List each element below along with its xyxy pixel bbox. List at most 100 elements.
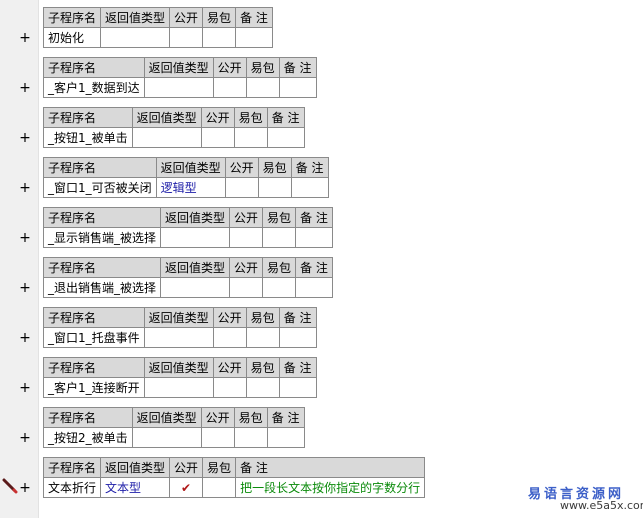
return-type-cell[interactable] xyxy=(143,327,214,348)
header-name: 子程序名 xyxy=(43,407,133,428)
easy-pack-cell[interactable] xyxy=(202,477,237,498)
header-return-type: 返回值类型 xyxy=(100,457,171,478)
public-cell[interactable] xyxy=(229,277,264,298)
subroutine-name-cell[interactable]: _按钮2_被单击 xyxy=(43,427,133,448)
header-easy-pack: 易包 xyxy=(245,357,280,378)
expand-toggle[interactable]: + xyxy=(18,281,32,295)
remark-cell[interactable] xyxy=(235,27,273,48)
public-cell[interactable] xyxy=(212,327,247,348)
header-public: 公开 xyxy=(200,407,235,428)
header-public: 公开 xyxy=(212,357,247,378)
expand-toggle[interactable]: + xyxy=(18,431,32,445)
check-icon: ✔ xyxy=(181,480,192,495)
easy-pack-cell[interactable] xyxy=(233,427,268,448)
expand-toggle[interactable]: + xyxy=(18,31,32,45)
header-easy-pack: 易包 xyxy=(262,257,297,278)
header-return-type: 返回值类型 xyxy=(131,407,202,428)
subroutine-name-cell[interactable]: 文本折行 xyxy=(42,477,102,498)
expand-toggle[interactable]: + xyxy=(18,231,32,245)
remark-cell[interactable] xyxy=(278,377,317,398)
remark-cell[interactable] xyxy=(295,227,333,248)
public-cell[interactable] xyxy=(169,27,204,48)
header-return-type: 返回值类型 xyxy=(160,257,231,278)
expand-toggle[interactable]: + xyxy=(18,331,32,345)
subroutine-name-cell[interactable]: _窗口1_托盘事件 xyxy=(43,327,145,348)
header-return-type: 返回值类型 xyxy=(143,357,214,378)
public-cell[interactable] xyxy=(200,427,235,448)
subroutine-table: 子程序名 返回值类型 公开 易包备 注 _按钮2_被单击 xyxy=(43,407,305,448)
header-row: 子程序名 返回值类型 公开 易包备 注 xyxy=(43,307,317,328)
header-name: 子程序名 xyxy=(42,7,102,28)
value-row: _客户1_连接断开 xyxy=(43,377,317,398)
public-cell[interactable] xyxy=(212,377,247,398)
public-cell[interactable] xyxy=(212,77,247,98)
remark-cell[interactable] xyxy=(278,77,317,98)
subroutine-name-cell[interactable]: 初始化 xyxy=(42,27,102,48)
remark-cell[interactable] xyxy=(278,327,317,348)
header-easy-pack: 易包 xyxy=(245,307,280,328)
easy-pack-cell[interactable] xyxy=(262,227,297,248)
expand-toggle[interactable]: + xyxy=(18,81,32,95)
header-remark: 备 注 xyxy=(278,57,317,78)
subroutine-table: 子程序名 返回值类型 公开 易包备 注 _窗口1_可否被关闭 逻辑型 xyxy=(43,157,329,198)
return-type-cell[interactable] xyxy=(160,227,231,248)
easy-pack-cell[interactable] xyxy=(245,77,280,98)
return-type-cell[interactable] xyxy=(143,377,214,398)
public-cell[interactable] xyxy=(229,227,264,248)
header-easy-pack: 易包 xyxy=(202,7,237,28)
expand-toggle[interactable]: + xyxy=(18,481,32,495)
easy-pack-cell[interactable] xyxy=(233,127,268,148)
header-row: 子程序名 返回值类型 公开 易包备 注 xyxy=(43,357,317,378)
easy-pack-cell[interactable] xyxy=(202,27,237,48)
subroutine-name-cell[interactable]: _按钮1_被单击 xyxy=(43,127,133,148)
public-cell[interactable] xyxy=(200,127,235,148)
header-public: 公开 xyxy=(224,157,259,178)
pencil-icon xyxy=(2,478,18,494)
value-row: _客户1_数据到达 xyxy=(43,77,317,98)
header-remark: 备 注 xyxy=(235,7,273,28)
public-cell[interactable] xyxy=(224,177,259,198)
expand-toggle[interactable]: + xyxy=(18,381,32,395)
subroutine-name-cell[interactable]: _客户1_连接断开 xyxy=(43,377,145,398)
easy-pack-cell[interactable] xyxy=(257,177,292,198)
header-name: 子程序名 xyxy=(42,457,102,478)
remark-cell[interactable] xyxy=(290,177,329,198)
return-type-cell[interactable] xyxy=(160,277,231,298)
subroutine-name-cell[interactable]: _客户1_数据到达 xyxy=(43,77,145,98)
header-public: 公开 xyxy=(229,207,264,228)
subroutine-table: 子程序名 返回值类型 公开 易包备 注文本折行 文本型 ✔ 把一段长文本按你指定的字数分行 xyxy=(42,457,426,498)
return-type-cell[interactable] xyxy=(143,77,214,98)
easy-pack-cell[interactable] xyxy=(262,277,297,298)
header-row: 子程序名 返回值类型 公开 易包备 注 xyxy=(43,107,305,128)
return-type-cell[interactable] xyxy=(131,127,202,148)
return-type-cell[interactable] xyxy=(100,27,171,48)
subroutine-name-cell[interactable]: _显示销售端_被选择 xyxy=(42,227,162,248)
remark-cell[interactable] xyxy=(266,427,305,448)
header-name: 子程序名 xyxy=(43,57,145,78)
header-easy-pack: 易包 xyxy=(257,157,292,178)
header-row: 子程序名 返回值类型 公开 易包备 注 xyxy=(42,7,273,28)
header-remark: 备 注 xyxy=(266,107,305,128)
remark-cell[interactable] xyxy=(266,127,305,148)
expand-toggle[interactable]: + xyxy=(18,181,32,195)
remark-cell[interactable]: 把一段长文本按你指定的字数分行 xyxy=(235,477,426,498)
return-type-cell[interactable] xyxy=(131,427,202,448)
return-type-cell[interactable]: 逻辑型 xyxy=(155,177,226,198)
remark-cell[interactable] xyxy=(295,277,333,298)
easy-pack-cell[interactable] xyxy=(245,327,280,348)
subroutine-name-cell[interactable]: _退出销售端_被选择 xyxy=(42,277,162,298)
header-row: 子程序名 返回值类型 公开 易包备 注 xyxy=(43,407,305,428)
header-return-type: 返回值类型 xyxy=(143,307,214,328)
header-row: 子程序名 返回值类型 公开 易包备 注 xyxy=(43,157,329,178)
return-type-cell[interactable]: 文本型 xyxy=(100,477,171,498)
header-remark: 备 注 xyxy=(235,457,426,478)
header-public: 公开 xyxy=(229,257,264,278)
header-row: 子程序名 返回值类型 公开 易包备 注 xyxy=(42,207,333,228)
public-cell[interactable]: ✔ xyxy=(169,477,204,498)
subroutine-table: 子程序名 返回值类型 公开 易包备 注 _显示销售端_被选择 xyxy=(42,207,333,248)
expand-toggle[interactable]: + xyxy=(18,131,32,145)
easy-pack-cell[interactable] xyxy=(245,377,280,398)
header-easy-pack: 易包 xyxy=(245,57,280,78)
subroutine-name-cell[interactable]: _窗口1_可否被关闭 xyxy=(43,177,157,198)
header-easy-pack: 易包 xyxy=(233,107,268,128)
